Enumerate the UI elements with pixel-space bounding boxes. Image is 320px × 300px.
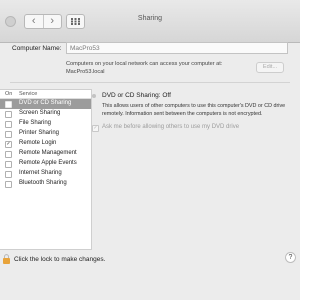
service-name: File Sharing — [19, 120, 52, 126]
service-name: Remote Login — [19, 140, 57, 146]
status-indicator-icon — [92, 94, 96, 98]
service-row[interactable]: File Sharing — [0, 119, 91, 129]
service-row[interactable]: ✓ Remote Login — [0, 139, 91, 149]
service-checkbox[interactable] — [5, 171, 12, 178]
service-row[interactable]: Remote Management — [0, 149, 91, 159]
service-checkbox[interactable]: ✓ — [5, 141, 12, 148]
service-name: Bluetooth Sharing — [19, 180, 67, 186]
service-description: This allows users of other computers to … — [102, 103, 286, 117]
service-checkbox[interactable] — [5, 181, 12, 188]
title-bar: ‹ › Sharing — [0, 0, 300, 43]
ask-permission-checkbox[interactable]: ✓ — [92, 125, 99, 132]
service-row[interactable]: Printer Sharing — [0, 129, 91, 139]
service-name: Remote Management — [19, 150, 77, 156]
computer-name-label: Computer Name: — [12, 45, 62, 52]
service-status: DVD or CD Sharing: Off — [102, 92, 171, 99]
service-row[interactable]: Internet Sharing — [0, 169, 91, 179]
service-row[interactable]: DVD or CD Sharing — [0, 99, 91, 109]
service-checkbox[interactable] — [5, 101, 12, 108]
service-row[interactable]: Bluetooth Sharing — [0, 179, 91, 189]
computer-name-field[interactable]: MacPro53 — [66, 42, 288, 54]
lock-icon[interactable] — [3, 254, 10, 264]
service-checkbox[interactable] — [5, 161, 12, 168]
description-line-1: Computers on your local network can acce… — [66, 61, 223, 67]
lock-message: Click the lock to make changes. — [14, 256, 106, 263]
computer-name-description: Computers on your local network can acce… — [66, 60, 222, 76]
services-header: On Service — [0, 90, 91, 99]
header-service: Service — [19, 91, 38, 97]
service-row[interactable]: Screen Sharing — [0, 109, 91, 119]
service-checkbox[interactable] — [5, 151, 12, 158]
header-on: On — [5, 91, 13, 97]
help-button[interactable]: ? — [285, 252, 296, 263]
service-checkbox[interactable] — [5, 131, 12, 138]
services-list: On Service DVD or CD Sharing Screen Shari… — [0, 89, 92, 250]
divider — [10, 82, 290, 83]
service-checkbox[interactable] — [5, 121, 12, 128]
ask-permission-label: Ask me before allowing others to use my … — [102, 124, 240, 130]
service-row[interactable]: Remote Apple Events — [0, 159, 91, 169]
sharing-window: ‹ › Sharing Computer Name: MacPro53 Comp… — [0, 0, 300, 300]
service-name: Screen Sharing — [19, 110, 61, 116]
service-name: Printer Sharing — [19, 130, 60, 136]
window-title: Sharing — [137, 15, 163, 22]
edit-button[interactable]: Edit... — [256, 62, 284, 73]
service-checkbox[interactable] — [5, 111, 12, 118]
service-name: DVD or CD Sharing — [19, 100, 72, 106]
description-line-2: MacPro53.local — [66, 69, 105, 75]
service-name: Remote Apple Events — [19, 160, 77, 166]
service-name: Internet Sharing — [19, 170, 62, 176]
